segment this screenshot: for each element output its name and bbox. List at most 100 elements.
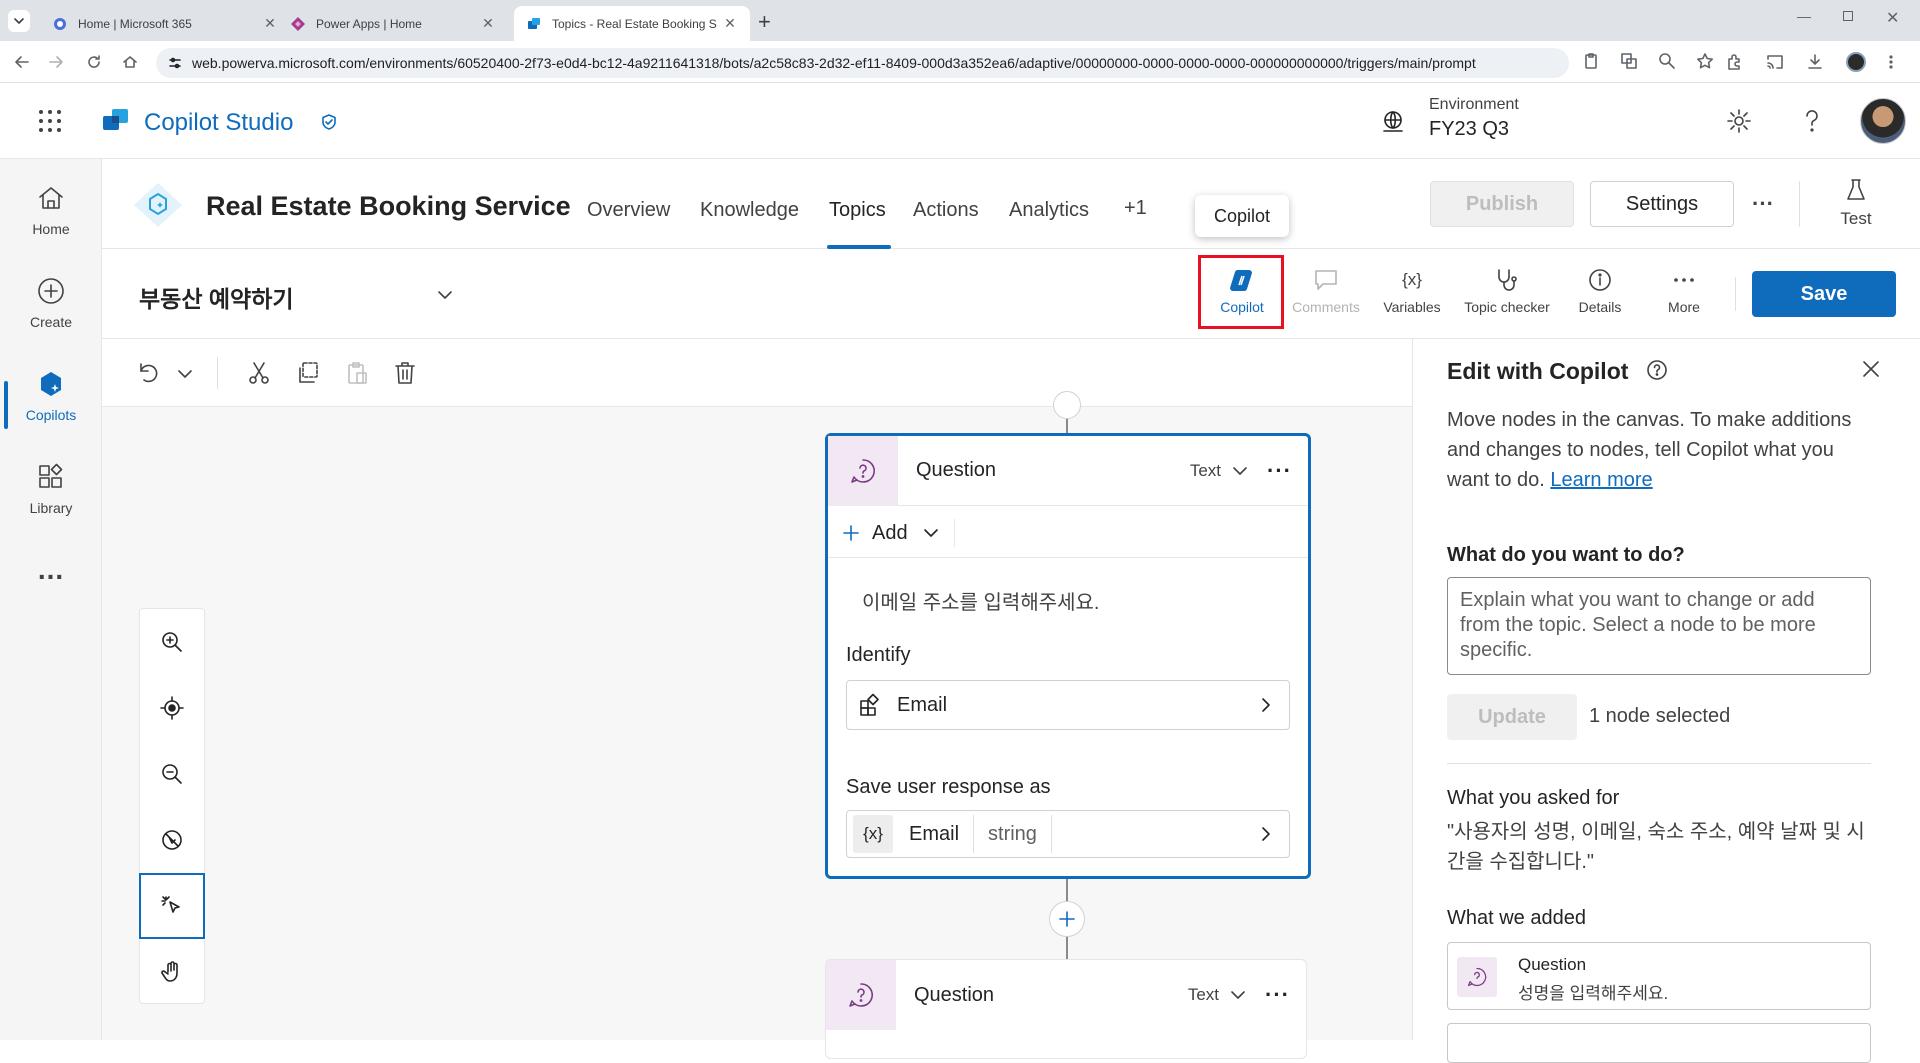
rail-item-label: Library	[29, 500, 73, 516]
rail-item-label: Create	[29, 314, 73, 330]
user-avatar[interactable]	[1860, 98, 1906, 144]
close-tab-icon[interactable]: ✕	[262, 15, 278, 32]
variables-label: Variables	[1383, 299, 1441, 315]
browser-tab-m365[interactable]: Home | Microsoft 365 ✕	[40, 6, 290, 41]
pointer-select-icon	[161, 896, 180, 913]
cast-icon[interactable]	[1766, 53, 1784, 71]
clipboard-icon[interactable]	[1582, 52, 1600, 70]
reload-button[interactable]	[82, 50, 106, 74]
bookmark-star-icon[interactable]	[1696, 52, 1714, 70]
add-content-button[interactable]: Add	[842, 519, 955, 547]
response-type-dropdown[interactable]: Text	[1188, 985, 1247, 1005]
question-message[interactable]: 이메일 주소를 입력해주세요.	[862, 586, 1099, 615]
copilots-hex-icon	[41, 372, 61, 396]
translate-icon[interactable]	[1620, 52, 1638, 70]
update-button[interactable]: Update	[1447, 694, 1577, 740]
rail-more-button[interactable]: ...	[0, 554, 102, 586]
details-button[interactable]: Details	[1558, 267, 1642, 315]
environment-selector[interactable]: Environment FY23 Q3	[1429, 96, 1519, 141]
more-button[interactable]: More	[1642, 267, 1726, 315]
browser-tab-powerapps[interactable]: Power Apps | Home ✕	[278, 6, 508, 41]
cut-icon[interactable]	[246, 360, 272, 386]
trash-icon[interactable]	[392, 360, 418, 386]
chevron-down-icon[interactable]	[176, 365, 194, 383]
tab-list-button[interactable]	[8, 10, 30, 32]
app-launcher-icon[interactable]	[37, 108, 63, 134]
save-button[interactable]: Save	[1752, 271, 1896, 317]
rail-item-home[interactable]: Home	[0, 171, 102, 251]
bot-more-button[interactable]: ···	[1752, 191, 1774, 217]
address-bar[interactable]: web.powerva.microsoft.com/environments/6…	[156, 48, 1569, 78]
close-window-icon[interactable]: ✕	[1886, 8, 1899, 28]
shield-check-icon	[322, 114, 336, 130]
browser-menu-icon[interactable]	[1888, 53, 1894, 71]
tab-knowledge[interactable]: Knowledge	[700, 199, 799, 222]
select-mode-button[interactable]	[139, 873, 205, 939]
comments-button[interactable]: Comments	[1284, 267, 1368, 315]
copy-icon[interactable]	[295, 360, 321, 386]
minimize-window-icon[interactable]: —	[1797, 8, 1811, 24]
added-item-card[interactable]: Question 성명을 입력해주세요.	[1447, 942, 1871, 1010]
rail-item-library[interactable]: Library	[0, 450, 102, 530]
close-tab-icon[interactable]: ✕	[722, 15, 738, 32]
forward-button[interactable]	[44, 50, 68, 74]
plus-circle-icon	[38, 278, 64, 304]
topic-name[interactable]: 부동산 예약하기	[139, 280, 294, 314]
new-tab-button[interactable]: +	[758, 9, 771, 35]
copilot-studio-logo	[103, 109, 128, 130]
learn-more-link[interactable]: Learn more	[1550, 469, 1652, 491]
zoom-out-button[interactable]	[140, 741, 204, 807]
tab-topics[interactable]: Topics	[829, 199, 886, 222]
site-info-icon[interactable]	[168, 56, 182, 70]
tab-overview[interactable]: Overview	[587, 199, 670, 222]
help-question-icon[interactable]	[1801, 108, 1823, 134]
plus-icon	[843, 525, 859, 541]
prompt-textarea[interactable]: Explain what you want to change or add f…	[1447, 577, 1871, 675]
identify-entity-selector[interactable]: Email	[846, 680, 1290, 730]
pan-mode-button[interactable]	[140, 939, 204, 1005]
zoom-in-icon	[162, 632, 182, 652]
home-button[interactable]	[118, 50, 142, 74]
browser-tab-topics[interactable]: Topics - Real Estate Booking S ✕	[514, 6, 750, 41]
back-button[interactable]	[10, 50, 34, 74]
close-icon[interactable]	[1861, 359, 1881, 379]
response-type-dropdown[interactable]: Text	[1190, 461, 1249, 481]
save-label: Save	[1800, 282, 1848, 305]
undo-icon[interactable]	[136, 360, 162, 386]
recenter-button[interactable]	[140, 675, 204, 741]
settings-button[interactable]: Settings	[1590, 181, 1734, 227]
help-circle-icon[interactable]	[1646, 359, 1668, 381]
panel-divider	[1447, 763, 1871, 764]
app-name[interactable]: Copilot Studio	[144, 109, 293, 137]
node-more-button[interactable]: ···	[1267, 458, 1292, 484]
tab-actions[interactable]: Actions	[913, 199, 979, 222]
topic-checker-button[interactable]: Topic checker	[1454, 267, 1560, 315]
test-button[interactable]: Test	[1820, 177, 1892, 229]
download-icon[interactable]	[1806, 53, 1824, 71]
publish-button[interactable]: Publish	[1430, 181, 1574, 227]
node-more-button[interactable]: ···	[1265, 982, 1290, 1008]
question-node-email[interactable]: Question Text ··· Add 이메일 주소를 입력해주세요. Id…	[825, 433, 1311, 879]
variables-button[interactable]: {x} Variables	[1370, 267, 1454, 315]
rail-item-copilots[interactable]: Copilots	[0, 357, 102, 437]
settings-gear-icon[interactable]	[1726, 108, 1752, 134]
close-tab-icon[interactable]: ✕	[480, 15, 496, 32]
tab-analytics[interactable]: Analytics	[1009, 199, 1089, 222]
rail-item-create[interactable]: Create	[0, 264, 102, 344]
added-item-card-2[interactable]	[1447, 1023, 1871, 1063]
chevron-down-icon[interactable]	[436, 286, 454, 304]
zoom-icon[interactable]	[1658, 52, 1676, 70]
extensions-icon[interactable]	[1726, 53, 1744, 71]
save-response-variable[interactable]: {x} Email string	[846, 810, 1290, 858]
authoring-canvas[interactable]: Question Text ··· Add 이메일 주소를 입력해주세요. Id…	[102, 391, 1412, 1059]
restore-window-icon[interactable]	[1843, 11, 1853, 21]
minimap-toggle-button[interactable]	[140, 807, 204, 873]
tab-overflow[interactable]: +1	[1124, 197, 1147, 220]
profile-avatar[interactable]	[1846, 52, 1866, 72]
powerapps-icon	[291, 16, 305, 31]
add-node-button[interactable]	[1049, 901, 1085, 937]
zoom-in-button[interactable]	[140, 609, 204, 675]
paste-icon[interactable]	[344, 360, 370, 386]
question-node-next[interactable]: Question Text ···	[825, 959, 1307, 1059]
chevron-down-icon	[1233, 466, 1247, 475]
